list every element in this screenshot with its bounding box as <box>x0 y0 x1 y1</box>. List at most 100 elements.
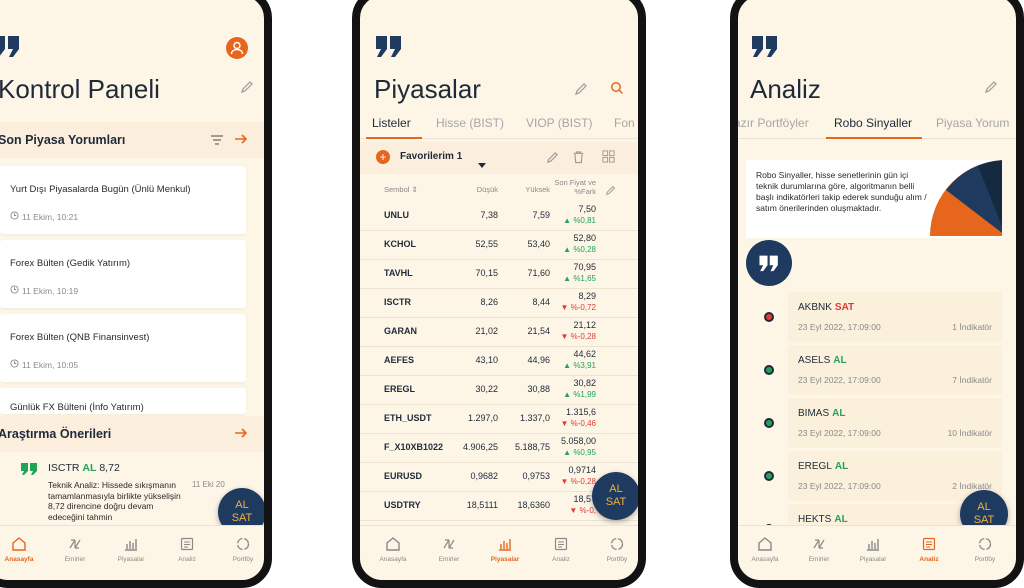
market-row[interactable]: KCHOL 52,55 53,40 52,80 ▲ %0,28 <box>360 231 638 260</box>
research-date: 11 Eki 20 <box>192 480 225 489</box>
nav-analysis[interactable]: Analiz <box>536 536 586 563</box>
comment-title: Yurt Dışı Piyasalarda Bugün (Ünlü Menkul… <box>10 184 191 195</box>
edit-icon[interactable] <box>240 80 254 94</box>
nav-home[interactable]: Anasayfa <box>0 536 44 563</box>
row-change: ▲ %1,99 <box>563 390 596 399</box>
market-row[interactable]: F_X10XB1022 4.906,25 5.188,75 5.058,00 ▲ %0,… <box>360 434 638 463</box>
nav-markets[interactable]: Piyasalar <box>480 536 530 563</box>
signal-action: SAT <box>834 302 855 313</box>
nav-portfolio[interactable]: Portföy <box>960 536 1010 563</box>
list-selector-bar: + Favorilerim 1 <box>360 142 638 174</box>
nav-markets[interactable]: Piyasalar <box>106 536 156 563</box>
nav-orders[interactable]: Emirler <box>794 536 844 563</box>
row-low: 7,38 <box>480 210 498 220</box>
arrow-right-icon[interactable] <box>234 133 248 145</box>
nav-label: Emirler <box>64 556 86 563</box>
market-row[interactable]: EREGL 30,22 30,88 30,82 ▲ %1,99 <box>360 376 638 405</box>
chevron-down-icon[interactable] <box>478 155 486 173</box>
row-last: 5.058,00 <box>560 436 596 446</box>
nav-home[interactable]: Anasayfa <box>740 536 790 563</box>
market-tabs: Listeler Hisse (BIST) VIOP (BIST) Fon <box>360 108 638 139</box>
nav-orders[interactable]: Emirler <box>50 536 100 563</box>
nav-portfolio[interactable]: Portföy <box>218 536 264 563</box>
signal-card[interactable]: ASELS AL 23 Eyl 2022, 17:09:00 7 İndikatör <box>788 345 1002 395</box>
tab-funds[interactable]: Fon <box>614 116 635 130</box>
bottom-nav: Anasayfa Emirler Piyasalar Analiz Portfö… <box>0 525 264 580</box>
market-row[interactable]: TAVHL 70,15 71,60 70,95 ▲ %1,65 <box>360 260 638 289</box>
research-text: Teknik Analiz: Hissede sıkışmanın tamaml… <box>48 480 181 522</box>
section-title: Araştırma Önerileri <box>0 427 112 441</box>
portfolio-icon <box>610 537 624 551</box>
comment-card[interactable]: Yurt Dışı Piyasalarda Bugün (Ünlü Menkul… <box>0 166 246 234</box>
tab-viop[interactable]: VIOP (BIST) <box>526 116 592 130</box>
signal-date: 23 Eyl 2022, 17:09:00 <box>798 481 881 491</box>
edit-icon[interactable] <box>984 80 998 94</box>
bottom-nav: Anasayfa Emirler Piyasalar Analiz Portfö… <box>738 525 1016 580</box>
arrow-right-icon[interactable] <box>234 427 248 439</box>
nav-home[interactable]: Anasayfa <box>368 536 418 563</box>
search-icon[interactable] <box>610 81 624 95</box>
col-symbol[interactable]: Sembol ⇕ <box>384 185 418 194</box>
add-list-icon[interactable]: + <box>376 150 390 164</box>
list-name[interactable]: Favorilerim 1 <box>400 151 462 162</box>
col-low[interactable]: Düşük <box>477 185 498 194</box>
signal-card[interactable]: BIMAS AL 23 Eyl 2022, 17:09:00 10 İndikatör <box>788 398 1002 448</box>
page-title: Analiz <box>750 74 821 104</box>
row-high: 1.337,0 <box>519 413 550 423</box>
profile-button[interactable] <box>226 37 248 59</box>
market-row[interactable]: GARAN 21,02 21,54 21,12 ▼ %-0,28 <box>360 318 638 347</box>
tab-bist-stocks[interactable]: Hisse (BIST) <box>436 116 504 130</box>
comment-title: Günlük FX Bülteni (İnfo Yatırım) <box>10 402 144 413</box>
analysis-icon <box>922 537 936 551</box>
arrow-up-icon: ▲ <box>563 274 574 283</box>
edit-columns-icon[interactable] <box>605 183 616 201</box>
trash-icon[interactable] <box>572 150 585 169</box>
comment-title: Forex Bülten (QNB Finansinvest) <box>10 332 150 343</box>
tab-market-comments[interactable]: Piyasa Yorum <box>936 116 1009 130</box>
tab-lists[interactable]: Listeler <box>372 116 411 130</box>
row-symbol: GARAN <box>384 326 417 336</box>
tab-robo-signals[interactable]: Robo Sinyaller <box>834 116 912 130</box>
comment-card[interactable]: Forex Bülten (Gedik Yatırım) 11 Ekim, 10… <box>0 240 246 308</box>
bottom-nav: Anasayfa Emirler Piyasalar Analiz Portfö… <box>360 525 638 580</box>
row-low: 8,26 <box>480 297 498 307</box>
edit-list-icon[interactable] <box>546 151 559 169</box>
nav-analysis[interactable]: Analiz <box>904 536 954 563</box>
row-last: 21,12 <box>573 320 596 330</box>
nav-orders[interactable]: Emirler <box>424 536 474 563</box>
signal-title: BIMAS AL <box>798 408 845 419</box>
research-price: 8,72 <box>99 462 120 474</box>
market-row[interactable]: AEFES 43,10 44,96 44,62 ▲ %3,91 <box>360 347 638 376</box>
signal-title: AKBNK SAT <box>798 302 854 313</box>
market-row[interactable]: UNLU 7,38 7,59 7,50 ▲ %0,81 <box>360 202 638 231</box>
grid-view-icon[interactable] <box>602 150 615 168</box>
row-last: 52,80 <box>573 233 596 243</box>
comment-time-text: 11 Ekim, 10:19 <box>22 285 79 296</box>
row-high: 8,44 <box>532 297 550 307</box>
edit-icon[interactable] <box>574 82 588 96</box>
buy-signal-dot <box>764 365 774 375</box>
research-item[interactable]: ISCTR AL 8,72 11 Eki 20 Teknik Analiz: H… <box>0 458 250 534</box>
col-high[interactable]: Yüksek <box>525 185 550 194</box>
markets-icon <box>499 539 511 551</box>
nav-portfolio[interactable]: Portföy <box>592 536 638 563</box>
market-row[interactable]: ISCTR 8,26 8,44 8,29 ▼ %-0,72 <box>360 289 638 318</box>
row-high: 18,6360 <box>517 500 550 510</box>
comment-card[interactable]: Forex Bülten (QNB Finansinvest) 11 Ekim,… <box>0 314 246 382</box>
col-last[interactable]: Son Fiyat ve %Fark <box>548 178 596 196</box>
row-change-value: %-0,72 <box>570 303 596 312</box>
tab-ready-portfolios[interactable]: azır Portföyler <box>738 116 809 130</box>
buy-sell-button[interactable]: AL SAT <box>592 472 638 520</box>
comment-time-text: 11 Ekim, 10:21 <box>22 211 79 222</box>
nav-markets[interactable]: Piyasalar <box>848 536 898 563</box>
nav-label: Anasayfa <box>4 556 34 563</box>
comment-card[interactable]: Günlük FX Bülteni (İnfo Yatırım) <box>0 388 246 414</box>
portfolio-icon <box>978 537 992 551</box>
nav-analysis[interactable]: Analiz <box>162 536 212 563</box>
row-symbol: ISCTR <box>384 297 411 307</box>
signal-card[interactable]: AKBNK SAT 23 Eyl 2022, 17:09:00 1 İndikatör <box>788 292 1002 342</box>
home-icon <box>386 537 400 551</box>
filter-icon[interactable] <box>210 134 224 146</box>
market-table: UNLU 7,38 7,59 7,50 ▲ %0,81 KCHOL 52,55 53,40 52… <box>360 202 638 521</box>
market-row[interactable]: ETH_USDT 1.297,0 1.337,0 1.315,6 ▼ %-0,46 <box>360 405 638 434</box>
